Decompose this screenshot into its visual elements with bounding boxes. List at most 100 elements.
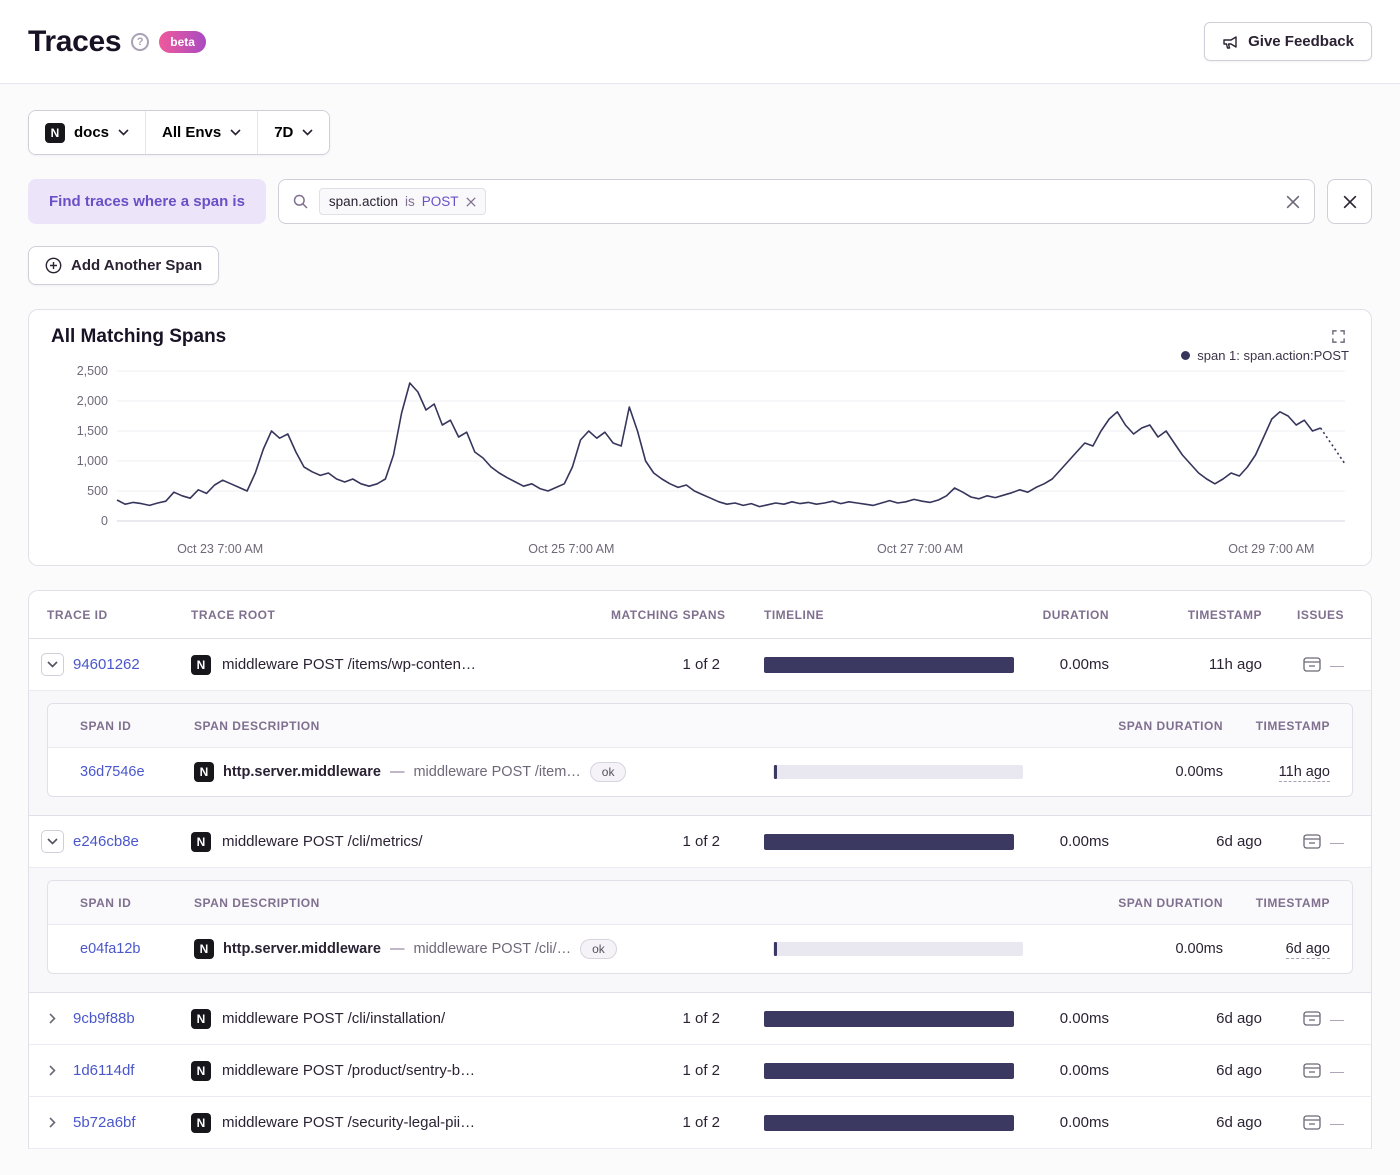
page-header: Traces ? beta Give Feedback (0, 0, 1400, 84)
col-span-duration: SPAN DURATION (1118, 718, 1223, 733)
col-duration: DURATION (1042, 607, 1109, 622)
trace-row: 5b72a6bf Nmiddleware POST /security-legal… (29, 1097, 1371, 1149)
issues-icon (1303, 834, 1321, 849)
chevron-down-icon (230, 129, 241, 136)
svg-text:Oct 23 7:00 AM: Oct 23 7:00 AM (177, 542, 263, 556)
spans-sub-table: SPAN ID SPAN DESCRIPTION SPAN DURATION TIME… (47, 880, 1353, 974)
chevron-down-icon (118, 129, 129, 136)
trace-timestamp[interactable]: 6d ago (1216, 1062, 1262, 1079)
issues-icon (1303, 657, 1321, 672)
trace-id-link[interactable]: 5b72a6bf (73, 1114, 136, 1131)
issues-empty-dash: — (1330, 656, 1344, 673)
expanded-spans-section: SPAN ID SPAN DESCRIPTION SPAN DURATION TIME… (29, 691, 1371, 816)
trace-duration: 0.00ms (1059, 656, 1109, 673)
environment-filter-dropdown[interactable]: All Envs (145, 111, 258, 154)
search-filter-token[interactable]: span.action is POST (318, 188, 486, 215)
trace-root-text: middleware POST /product/sentry-b… (222, 1062, 476, 1079)
give-feedback-button[interactable]: Give Feedback (1204, 22, 1372, 61)
trace-timestamp[interactable]: 6d ago (1216, 1114, 1262, 1131)
project-filter-dropdown[interactable]: N docs (29, 111, 146, 154)
nextjs-project-icon: N (191, 831, 211, 852)
chart-legend: span 1: span.action:POST (51, 348, 1349, 363)
trace-root-text: middleware POST /cli/metrics/ (222, 833, 423, 850)
col-span-duration: SPAN DURATION (1118, 895, 1223, 910)
environment-filter-value: All Envs (162, 124, 222, 141)
matching-spans-value: 1 of 2 (682, 1114, 720, 1131)
collapse-row-button[interactable] (41, 653, 64, 676)
spans-sub-table-header: SPAN ID SPAN DESCRIPTION SPAN DURATION TIME… (48, 881, 1352, 925)
span-timeline-track (773, 942, 1023, 956)
traces-table-header: TRACE ID TRACE ROOT MATCHING SPANS TIMEL… (29, 591, 1371, 639)
col-issues: ISSUES (1296, 607, 1344, 622)
trace-root-text: middleware POST /items/wp-conten… (222, 656, 476, 673)
timeline-cell (734, 833, 1024, 850)
expand-row-button[interactable] (41, 1111, 64, 1134)
fullscreen-icon[interactable] (1328, 326, 1349, 347)
trace-timestamp[interactable]: 6d ago (1216, 833, 1262, 850)
col-trace-id: TRACE ID (47, 607, 108, 622)
trace-timeline-bar[interactable] (764, 1062, 1014, 1079)
trace-row: 94601262 Nmiddleware POST /items/wp-conte… (29, 639, 1371, 691)
nextjs-project-icon: N (191, 1060, 211, 1081)
search-icon (293, 194, 308, 209)
chevron-down-icon (302, 129, 313, 136)
svg-text:Oct 27 7:00 AM: Oct 27 7:00 AM (877, 542, 963, 556)
trace-timestamp[interactable]: 11h ago (1208, 656, 1262, 673)
timeline-cell (734, 1010, 1024, 1027)
expand-row-button[interactable] (41, 1007, 64, 1030)
span-timeline-bar (774, 942, 777, 956)
page-content: N docs All Envs 7D Find traces where a s… (0, 84, 1400, 1175)
expand-row-button[interactable] (41, 1059, 64, 1082)
span-status-badge: ok (580, 939, 617, 959)
span-description-separator: — (389, 941, 405, 957)
trace-duration: 0.00ms (1059, 1114, 1109, 1131)
issues-icon (1303, 1011, 1321, 1026)
timeline-cell (734, 1114, 1024, 1131)
span-timestamp[interactable]: 11h ago (1278, 764, 1330, 782)
trace-timeline-bar[interactable] (764, 1010, 1014, 1027)
col-span-description: SPAN DESCRIPTION (194, 895, 320, 910)
trace-row: 9cb9f88b Nmiddleware POST /cli/installati… (29, 993, 1371, 1045)
page-title: Traces (28, 24, 122, 58)
svg-text:1,000: 1,000 (77, 454, 108, 468)
svg-text:2,500: 2,500 (77, 364, 108, 378)
span-row: 36d7546e Nhttp.server.middleware — middlewa… (48, 748, 1352, 796)
clear-search-icon[interactable] (1286, 195, 1300, 209)
svg-text:1,500: 1,500 (77, 424, 108, 438)
page-filter-bar: N docs All Envs 7D (28, 110, 1372, 155)
remove-span-condition-button[interactable] (1327, 179, 1372, 224)
col-span-id: SPAN ID (80, 895, 132, 910)
project-filter-value: docs (74, 124, 110, 141)
remove-token-icon[interactable] (465, 196, 476, 207)
span-search-input[interactable]: span.action is POST (277, 179, 1315, 224)
span-id-link[interactable]: e04fa12b (80, 941, 140, 957)
plus-circle-icon (45, 257, 62, 274)
trace-timeline-bar[interactable] (764, 656, 1014, 673)
trace-id-link[interactable]: e246cb8e (73, 833, 139, 850)
trace-id-link[interactable]: 1d6114df (73, 1062, 134, 1079)
nextjs-project-icon: N (191, 1112, 211, 1133)
date-range-filter-dropdown[interactable]: 7D (257, 111, 330, 154)
svg-text:0: 0 (101, 514, 108, 528)
help-icon[interactable]: ? (131, 32, 150, 51)
trace-id-link[interactable]: 9cb9f88b (73, 1010, 135, 1027)
trace-timestamp[interactable]: 6d ago (1216, 1010, 1262, 1027)
trace-timeline-bar[interactable] (764, 833, 1014, 850)
col-matching-spans: MATCHING SPANS (611, 607, 726, 622)
matching-spans-panel: All Matching Spans span 1: span.action:P… (28, 309, 1372, 566)
add-another-span-button[interactable]: Add Another Span (28, 246, 220, 285)
spans-sub-table-header: SPAN ID SPAN DESCRIPTION SPAN DURATION TIME… (48, 704, 1352, 748)
issues-empty-dash: — (1330, 1062, 1344, 1079)
trace-id-link[interactable]: 94601262 (73, 656, 140, 673)
span-status-badge: ok (589, 762, 627, 782)
span-row: e04fa12b Nhttp.server.middleware — middlewa… (48, 925, 1352, 973)
svg-text:2,000: 2,000 (77, 394, 108, 408)
collapse-row-button[interactable] (41, 830, 64, 853)
col-trace-root: TRACE ROOT (191, 607, 276, 622)
col-span-timestamp: TIMESTAMP (1255, 718, 1330, 733)
span-id-link[interactable]: 36d7546e (80, 764, 145, 780)
trace-timeline-bar[interactable] (764, 1114, 1014, 1131)
chart-title: All Matching Spans (51, 326, 227, 347)
span-timestamp[interactable]: 6d ago (1285, 941, 1330, 959)
issues-empty-dash: — (1330, 1010, 1344, 1027)
